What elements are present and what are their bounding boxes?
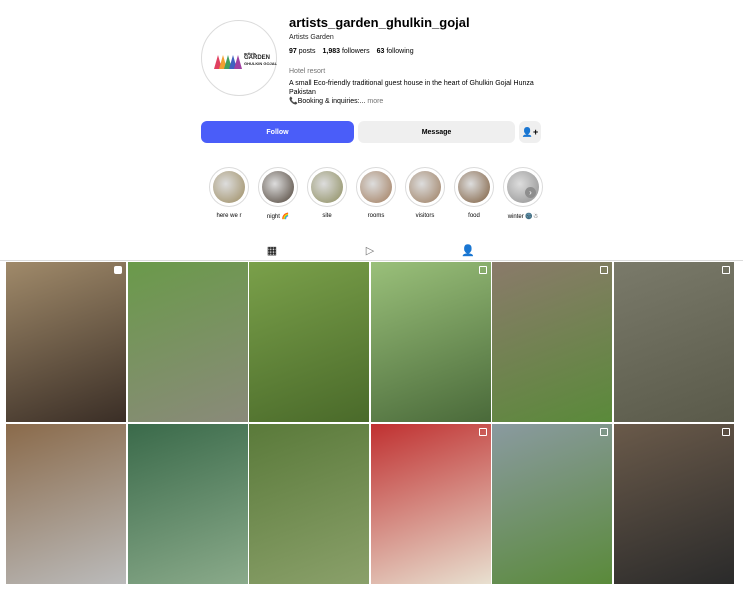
posts-count: 97 posts <box>289 48 316 55</box>
followers-count[interactable]: 1,983 followers <box>322 48 369 55</box>
carousel-icon <box>478 266 487 274</box>
bio-more-link[interactable]: more <box>367 98 383 105</box>
highlight-cover[interactable] <box>454 167 494 207</box>
post-thumbnail[interactable] <box>492 424 612 584</box>
follow-button[interactable]: Follow <box>201 121 354 143</box>
post-thumbnail[interactable] <box>6 262 126 422</box>
story-highlight[interactable]: site <box>306 167 348 219</box>
carousel-icon <box>600 428 608 436</box>
highlight-label: visitors <box>415 213 435 219</box>
message-button[interactable]: Message <box>358 121 515 143</box>
post-thumbnail[interactable] <box>127 262 248 422</box>
highlight-label: winter 🌚☃ <box>507 214 539 220</box>
carousel-icon <box>478 428 487 436</box>
highlight-label: site <box>322 213 332 219</box>
story-highlight[interactable]: night 🌈 <box>257 167 299 220</box>
story-highlight[interactable]: here we r <box>208 167 250 219</box>
highlight-cover[interactable] <box>307 167 347 207</box>
highlight-cover[interactable] <box>405 167 445 207</box>
profile-username: artists_garden_ghulkin_gojal <box>289 15 470 30</box>
profile-full-name: Artists Garden <box>289 34 334 41</box>
post-thumbnail[interactable] <box>492 262 612 422</box>
profile-category: Hotel resort <box>289 68 326 75</box>
highlight-cover[interactable] <box>209 167 249 207</box>
reel-icon <box>114 266 122 274</box>
post-thumbnail[interactable] <box>249 262 369 422</box>
highlight-label: food <box>468 213 480 219</box>
profile-stats: 97 posts 1,983 followers 63 following <box>289 48 414 55</box>
post-thumbnail[interactable] <box>6 424 126 584</box>
highlight-label: rooms <box>367 213 385 219</box>
story-highlight[interactable]: rooms <box>355 167 397 219</box>
artists-garden-logo: artists GARDEN GHULKIN GOJAL <box>214 49 277 69</box>
profile-avatar[interactable]: artists GARDEN GHULKIN GOJAL <box>201 20 277 96</box>
following-count[interactable]: 63 following <box>377 48 414 55</box>
carousel-icon <box>721 266 730 274</box>
tagged-tab-icon[interactable]: 👤 <box>453 240 483 260</box>
story-highlight[interactable]: visitors <box>404 167 446 219</box>
post-thumbnail[interactable] <box>249 424 369 584</box>
tabs-divider <box>0 260 743 261</box>
post-thumbnail[interactable] <box>613 262 734 422</box>
reels-tab-icon[interactable]: ▷ <box>355 240 385 260</box>
highlight-cover[interactable] <box>503 167 543 207</box>
profile-bio: A small Eco-friendly traditional guest h… <box>289 80 534 105</box>
ellipsis-icon[interactable]: ··· <box>455 16 466 28</box>
post-thumbnail[interactable] <box>613 424 734 584</box>
story-highlight[interactable]: winter 🌚☃ <box>502 167 544 220</box>
highlight-label: here we r <box>216 213 242 219</box>
highlight-cover[interactable] <box>356 167 396 207</box>
post-thumbnail[interactable] <box>370 424 491 584</box>
posts-tab-icon[interactable]: ▦ <box>257 240 287 261</box>
carousel-icon <box>721 428 730 436</box>
add-person-icon[interactable]: 👤+ <box>519 121 541 143</box>
carousel-icon <box>600 266 608 274</box>
highlight-label: night 🌈 <box>266 214 290 220</box>
chevron-right-icon[interactable]: › <box>525 187 536 198</box>
highlight-cover[interactable] <box>258 167 298 207</box>
post-thumbnail[interactable] <box>127 424 248 584</box>
post-thumbnail[interactable] <box>370 262 491 422</box>
story-highlight[interactable]: food <box>453 167 495 219</box>
